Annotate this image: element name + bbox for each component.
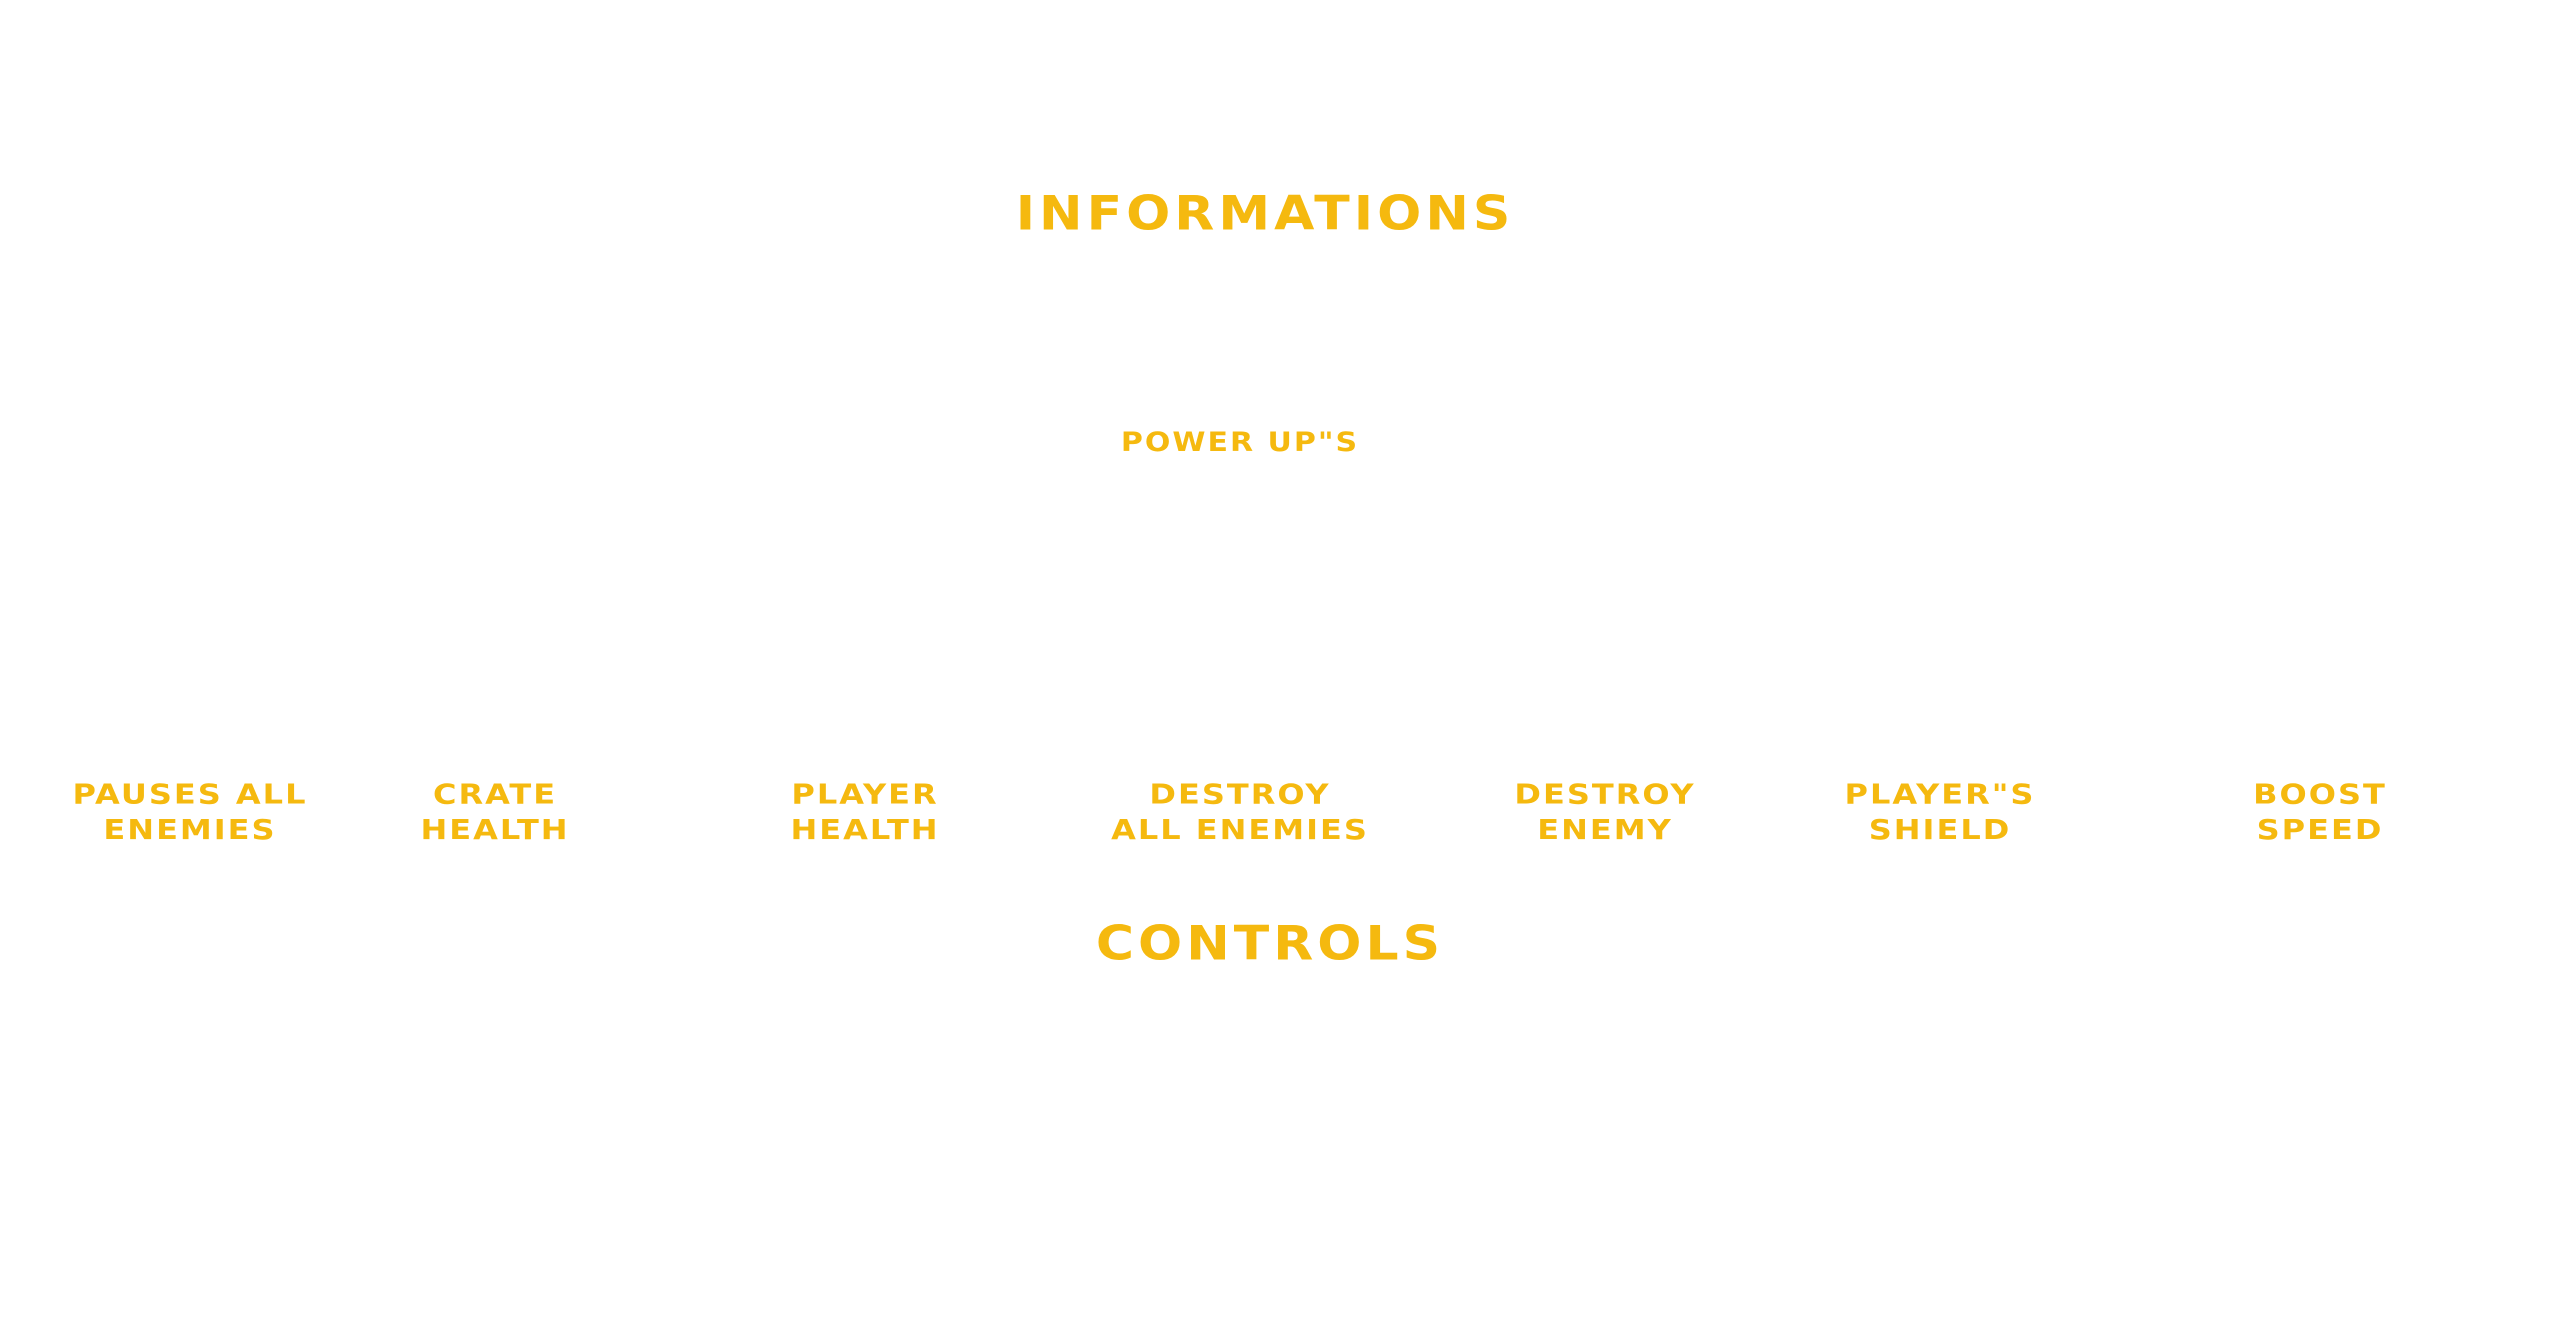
power-up-label-line1: CRATE [432, 778, 558, 811]
power-up-label-line2: ALL ENEMIES [1111, 813, 1369, 846]
power-up-boost-speed: BOOST SPEED [2200, 776, 2440, 847]
power-up-label-line1: PLAYER"S [1844, 778, 2036, 811]
power-up-label-line1: DESTROY [1149, 778, 1331, 811]
power-up-label-line1: PAUSES ALL [72, 778, 308, 811]
controls-title: CONTROLS [1095, 917, 1445, 971]
power-up-player-shield: PLAYER"S SHIELD [1800, 776, 2080, 847]
power-up-crate-health: CRATE HEALTH [360, 776, 630, 847]
power-up-player-health: PLAYER HEALTH [740, 776, 990, 847]
informations-title: INFORMATIONS [1015, 187, 1515, 241]
power-ups-title: POWER UP"S [1120, 426, 1360, 459]
power-up-label-line2: ENEMIES [103, 813, 277, 846]
power-up-label-line2: HEALTH [790, 813, 940, 846]
power-up-label-line2: ENEMY [1537, 813, 1673, 846]
power-up-label-line2: HEALTH [420, 813, 570, 846]
power-up-destroy-all-enemies: DESTROY ALL ENEMIES [1040, 776, 1440, 847]
power-up-pause-enemies: PAUSES ALL ENEMIES [10, 776, 370, 847]
power-up-label-line1: PLAYER [791, 778, 939, 811]
power-up-label-line2: SHIELD [1868, 813, 2012, 846]
power-up-label-line2: SPEED [2256, 813, 2384, 846]
power-up-destroy-enemy: DESTROY ENEMY [1475, 776, 1735, 847]
power-up-label-line1: BOOST [2253, 778, 2387, 811]
power-up-label-line1: DESTROY [1514, 778, 1696, 811]
